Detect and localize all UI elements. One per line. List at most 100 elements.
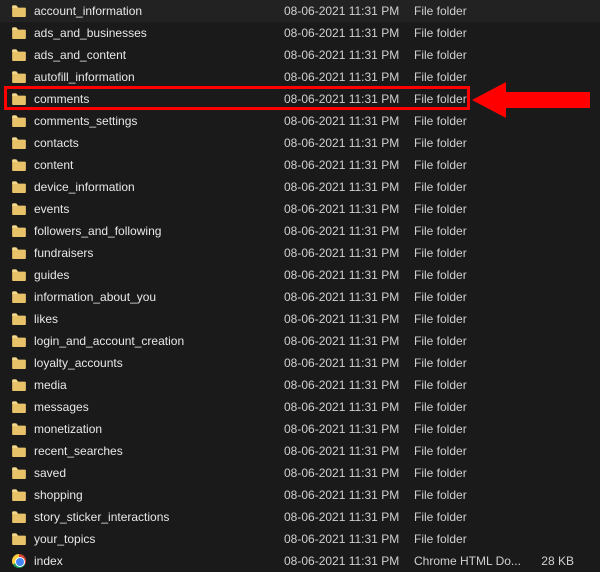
folder-icon (12, 401, 26, 413)
file-type: File folder (414, 532, 524, 546)
file-row[interactable]: login_and_account_creation08-06-2021 11:… (0, 330, 600, 352)
file-name: ads_and_businesses (34, 26, 284, 40)
file-name: followers_and_following (34, 224, 284, 238)
file-name: monetization (34, 422, 284, 436)
file-type: File folder (414, 400, 524, 414)
file-type: File folder (414, 180, 524, 194)
file-row[interactable]: information_about_you08-06-2021 11:31 PM… (0, 286, 600, 308)
folder-icon (12, 181, 26, 193)
file-name: media (34, 378, 284, 392)
file-row[interactable]: loyalty_accounts08-06-2021 11:31 PMFile … (0, 352, 600, 374)
file-date: 08-06-2021 11:31 PM (284, 114, 414, 128)
file-type: File folder (414, 356, 524, 370)
file-date: 08-06-2021 11:31 PM (284, 202, 414, 216)
file-row[interactable]: index08-06-2021 11:31 PMChrome HTML Do..… (0, 550, 600, 572)
file-row[interactable]: device_information08-06-2021 11:31 PMFil… (0, 176, 600, 198)
file-row[interactable]: contacts08-06-2021 11:31 PMFile folder (0, 132, 600, 154)
file-type: File folder (414, 488, 524, 502)
file-name: index (34, 554, 284, 568)
file-name: saved (34, 466, 284, 480)
file-row[interactable]: likes08-06-2021 11:31 PMFile folder (0, 308, 600, 330)
file-date: 08-06-2021 11:31 PM (284, 26, 414, 40)
file-date: 08-06-2021 11:31 PM (284, 224, 414, 238)
folder-icon (12, 533, 26, 545)
file-type: File folder (414, 378, 524, 392)
folder-icon (12, 247, 26, 259)
file-row[interactable]: ads_and_content08-06-2021 11:31 PMFile f… (0, 44, 600, 66)
file-type: Chrome HTML Do... (414, 554, 524, 568)
chrome-icon (12, 554, 26, 568)
file-row[interactable]: content08-06-2021 11:31 PMFile folder (0, 154, 600, 176)
file-date: 08-06-2021 11:31 PM (284, 48, 414, 62)
file-date: 08-06-2021 11:31 PM (284, 488, 414, 502)
file-name: ads_and_content (34, 48, 284, 62)
file-row[interactable]: comments_settings08-06-2021 11:31 PMFile… (0, 110, 600, 132)
file-type: File folder (414, 114, 524, 128)
file-row[interactable]: ads_and_businesses08-06-2021 11:31 PMFil… (0, 22, 600, 44)
file-name: autofill_information (34, 70, 284, 84)
file-date: 08-06-2021 11:31 PM (284, 510, 414, 524)
file-date: 08-06-2021 11:31 PM (284, 290, 414, 304)
file-type: File folder (414, 268, 524, 282)
file-date: 08-06-2021 11:31 PM (284, 4, 414, 18)
file-type: File folder (414, 224, 524, 238)
file-row[interactable]: media08-06-2021 11:31 PMFile folder (0, 374, 600, 396)
file-name: comments_settings (34, 114, 284, 128)
folder-icon (12, 357, 26, 369)
file-date: 08-06-2021 11:31 PM (284, 312, 414, 326)
file-type: File folder (414, 444, 524, 458)
file-row[interactable]: your_topics08-06-2021 11:31 PMFile folde… (0, 528, 600, 550)
file-date: 08-06-2021 11:31 PM (284, 158, 414, 172)
file-type: File folder (414, 334, 524, 348)
file-name: device_information (34, 180, 284, 194)
file-row[interactable]: autofill_information08-06-2021 11:31 PMF… (0, 66, 600, 88)
file-type: File folder (414, 422, 524, 436)
folder-icon (12, 203, 26, 215)
file-type: File folder (414, 4, 524, 18)
file-name: your_topics (34, 532, 284, 546)
folder-icon (12, 511, 26, 523)
file-row[interactable]: story_sticker_interactions08-06-2021 11:… (0, 506, 600, 528)
file-date: 08-06-2021 11:31 PM (284, 378, 414, 392)
file-date: 08-06-2021 11:31 PM (284, 400, 414, 414)
folder-icon (12, 27, 26, 39)
file-type: File folder (414, 26, 524, 40)
file-date: 08-06-2021 11:31 PM (284, 532, 414, 546)
file-row[interactable]: saved08-06-2021 11:31 PMFile folder (0, 462, 600, 484)
file-name: likes (34, 312, 284, 326)
folder-icon (12, 71, 26, 83)
file-row[interactable]: monetization08-06-2021 11:31 PMFile fold… (0, 418, 600, 440)
file-row[interactable]: events08-06-2021 11:31 PMFile folder (0, 198, 600, 220)
file-row[interactable]: followers_and_following08-06-2021 11:31 … (0, 220, 600, 242)
folder-icon (12, 335, 26, 347)
file-row[interactable]: messages08-06-2021 11:31 PMFile folder (0, 396, 600, 418)
file-row[interactable]: account_information08-06-2021 11:31 PMFi… (0, 0, 600, 22)
file-row[interactable]: recent_searches08-06-2021 11:31 PMFile f… (0, 440, 600, 462)
file-row[interactable]: comments08-06-2021 11:31 PMFile folder (0, 88, 600, 110)
file-row[interactable]: shopping08-06-2021 11:31 PMFile folder (0, 484, 600, 506)
folder-icon (12, 269, 26, 281)
folder-icon (12, 5, 26, 17)
folder-icon (12, 93, 26, 105)
file-date: 08-06-2021 11:31 PM (284, 246, 414, 260)
folder-icon (12, 379, 26, 391)
file-size: 28 KB (524, 554, 584, 568)
folder-icon (12, 489, 26, 501)
file-date: 08-06-2021 11:31 PM (284, 334, 414, 348)
file-type: File folder (414, 312, 524, 326)
file-name: events (34, 202, 284, 216)
file-row[interactable]: guides08-06-2021 11:31 PMFile folder (0, 264, 600, 286)
file-name: story_sticker_interactions (34, 510, 284, 524)
file-date: 08-06-2021 11:31 PM (284, 180, 414, 194)
file-type: File folder (414, 202, 524, 216)
file-type: File folder (414, 246, 524, 260)
folder-icon (12, 313, 26, 325)
file-date: 08-06-2021 11:31 PM (284, 136, 414, 150)
file-type: File folder (414, 136, 524, 150)
file-type: File folder (414, 466, 524, 480)
file-row[interactable]: fundraisers08-06-2021 11:31 PMFile folde… (0, 242, 600, 264)
file-date: 08-06-2021 11:31 PM (284, 466, 414, 480)
file-name: shopping (34, 488, 284, 502)
file-type: File folder (414, 48, 524, 62)
folder-icon (12, 49, 26, 61)
